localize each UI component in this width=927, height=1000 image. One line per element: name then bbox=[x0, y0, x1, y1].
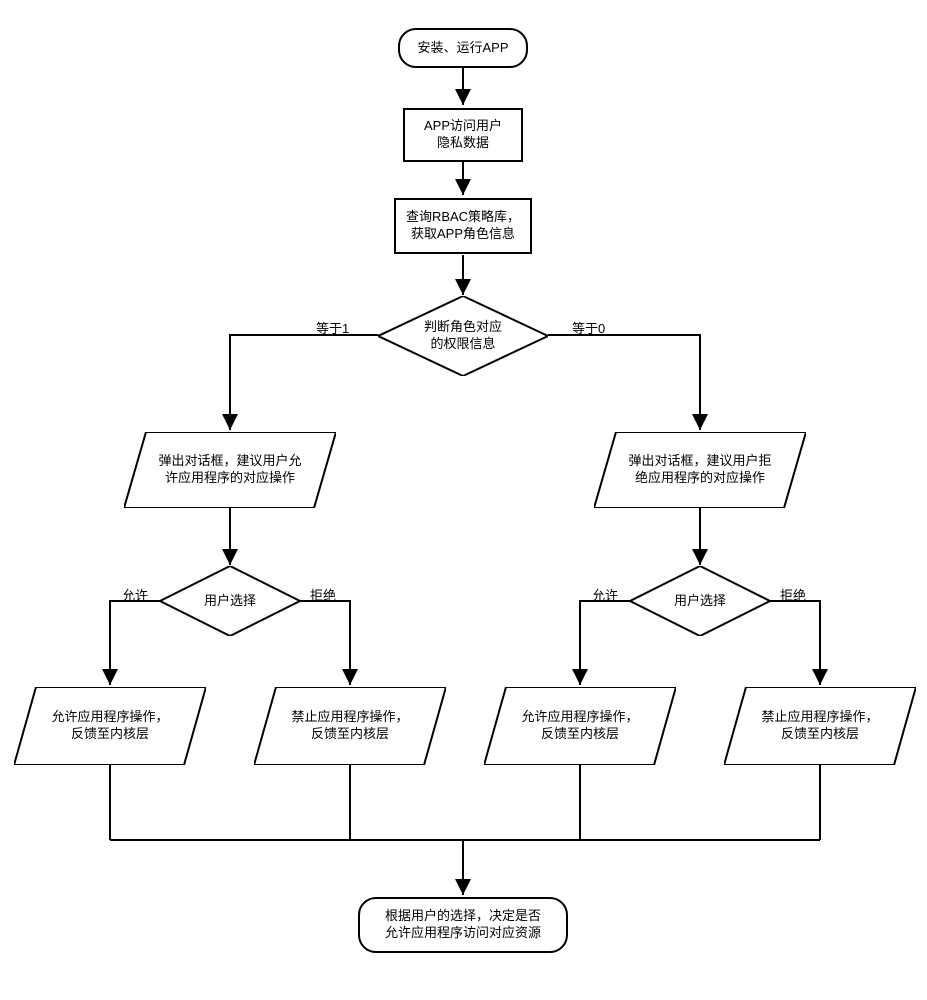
choice-left-decision: 用户选择 bbox=[160, 566, 300, 636]
allow-left-io: 允许应用程序操作， 反馈至内核层 bbox=[14, 687, 206, 765]
edge-label-eq0: 等于0 bbox=[572, 318, 605, 337]
start-text: 安装、运行APP bbox=[417, 40, 508, 57]
edge-label-deny-left: 拒绝 bbox=[310, 585, 336, 604]
judge-text: 判断角色对应 的权限信息 bbox=[418, 319, 508, 353]
query-process: 查询RBAC策略库， 获取APP角色信息 bbox=[394, 198, 532, 254]
dialog-allow-text: 弹出对话框，建议用户允 许应用程序的对应操作 bbox=[124, 453, 336, 487]
query-text: 查询RBAC策略库， 获取APP角色信息 bbox=[406, 209, 520, 243]
edge-label-allow-right: 允许 bbox=[592, 585, 618, 604]
end-text: 根据用户的选择，决定是否 允许应用程序访问对应资源 bbox=[385, 908, 541, 942]
deny-left-io: 禁止应用程序操作， 反馈至内核层 bbox=[254, 687, 446, 765]
allow-right-io: 允许应用程序操作， 反馈至内核层 bbox=[484, 687, 676, 765]
access-text: APP访问用户 隐私数据 bbox=[424, 118, 502, 152]
allow-right-text: 允许应用程序操作， 反馈至内核层 bbox=[484, 709, 676, 743]
deny-right-io: 禁止应用程序操作， 反馈至内核层 bbox=[724, 687, 916, 765]
dialog-deny-text: 弹出对话框，建议用户拒 绝应用程序的对应操作 bbox=[594, 453, 806, 487]
choice-left-text: 用户选择 bbox=[198, 593, 262, 610]
deny-left-text: 禁止应用程序操作， 反馈至内核层 bbox=[254, 709, 446, 743]
choice-right-decision: 用户选择 bbox=[630, 566, 770, 636]
deny-right-text: 禁止应用程序操作， 反馈至内核层 bbox=[724, 709, 916, 743]
edge-label-allow-left: 允许 bbox=[122, 585, 148, 604]
dialog-deny-io: 弹出对话框，建议用户拒 绝应用程序的对应操作 bbox=[594, 432, 806, 508]
edge-label-deny-right: 拒绝 bbox=[780, 585, 806, 604]
edge-label-eq1: 等于1 bbox=[316, 318, 349, 337]
access-process: APP访问用户 隐私数据 bbox=[403, 108, 523, 162]
judge-decision: 判断角色对应 的权限信息 bbox=[378, 296, 548, 376]
dialog-allow-io: 弹出对话框，建议用户允 许应用程序的对应操作 bbox=[124, 432, 336, 508]
start-terminator: 安装、运行APP bbox=[398, 28, 528, 68]
end-terminator: 根据用户的选择，决定是否 允许应用程序访问对应资源 bbox=[358, 897, 568, 953]
allow-left-text: 允许应用程序操作， 反馈至内核层 bbox=[14, 709, 206, 743]
choice-right-text: 用户选择 bbox=[668, 593, 732, 610]
